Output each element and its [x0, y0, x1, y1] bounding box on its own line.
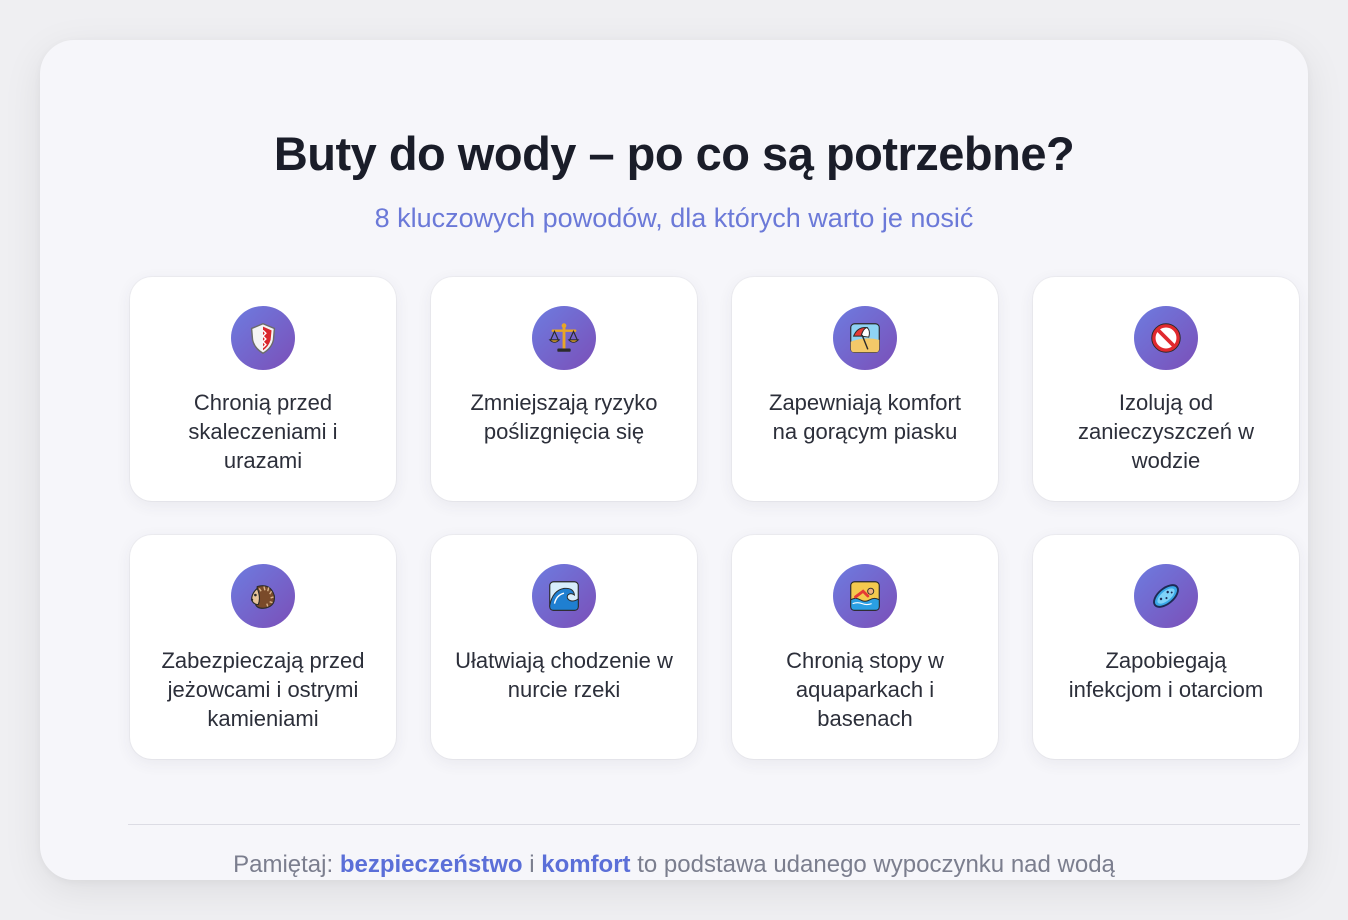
footer-highlight-safety: bezpieczeństwo — [339, 851, 523, 878]
reason-label: Chronią stopy w aquaparkach i basenach — [786, 648, 944, 731]
microbe-icon — [1134, 564, 1198, 628]
reason-label: Zabezpieczają przed jeżowcami i ostrymi … — [161, 648, 365, 731]
balance-scale-icon — [532, 306, 596, 370]
footer-note: Pamiętaj: bezpieczeństwo i komfort to po… — [40, 851, 1308, 879]
reason-card: Zmniejszają ryzyko poślizgnięcia się — [431, 277, 697, 501]
reason-card: Zapobiegają infekcjom i otarciom — [1033, 535, 1299, 759]
reason-label: Izolują od zanieczyszczeń w wodzie — [1077, 390, 1255, 473]
reasons-grid: Chronią przed skaleczeniami i urazami Zm… — [130, 277, 1299, 759]
reason-label: Zapobiegają infekcjom i otarciom — [1068, 648, 1264, 702]
infographic-card: Buty do wody – po co są potrzebne? 8 klu… — [40, 40, 1308, 880]
reason-card: Izolują od zanieczyszczeń w wodzie — [1033, 277, 1299, 501]
water-wave-icon — [532, 564, 596, 628]
footer-highlight-comfort: komfort — [541, 851, 631, 878]
reason-card: Zabezpieczają przed jeżowcami i ostrymi … — [130, 535, 396, 759]
reason-label: Zmniejszają ryzyko poślizgnięcia się — [470, 390, 658, 444]
page-title: Buty do wody – po co są potrzebne? — [273, 127, 1075, 180]
reason-card: Zapewniają komfort na gorącym piasku — [732, 277, 998, 501]
prohibited-icon — [1134, 306, 1198, 370]
reason-card: Chronią stopy w aquaparkach i basenach — [732, 535, 998, 759]
swimmer-icon — [833, 564, 897, 628]
footer-suffix: to podstawa udanego wypoczynku nad wodą — [637, 851, 1115, 878]
footer-connector: i — [529, 851, 535, 878]
footer-prefix: Pamiętaj: — [233, 851, 334, 878]
footer-divider — [128, 824, 1300, 825]
beach-umbrella-icon — [833, 306, 897, 370]
reason-label: Zapewniają komfort na gorącym piasku — [769, 390, 961, 444]
reason-label: Chronią przed skaleczeniami i urazami — [188, 390, 338, 473]
reason-card: Ułatwiają chodzenie w nurcie rzeki — [431, 535, 697, 759]
reason-card: Chronią przed skaleczeniami i urazami — [130, 277, 396, 501]
shield-icon — [231, 306, 295, 370]
page-subtitle: 8 kluczowych powodów, dla których warto … — [374, 203, 974, 233]
reason-label: Ułatwiają chodzenie w nurcie rzeki — [455, 648, 673, 702]
hedgehog-icon — [231, 564, 295, 628]
